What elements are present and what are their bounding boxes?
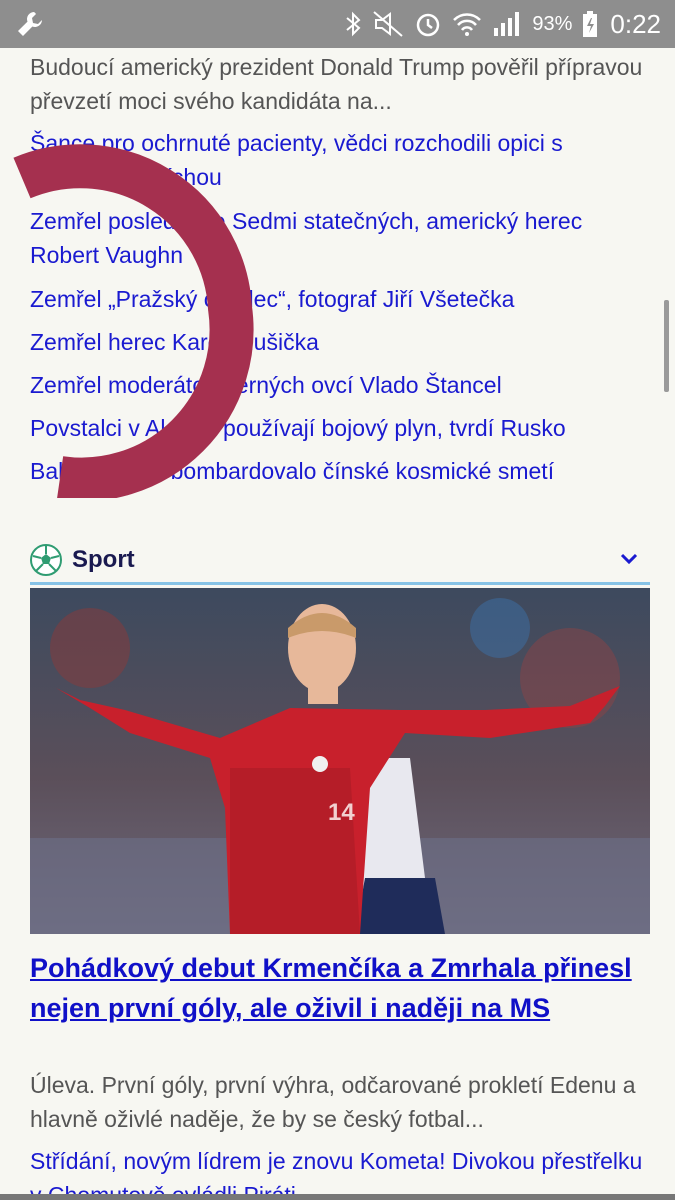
chevron-down-icon[interactable] xyxy=(618,548,640,570)
alarm-icon xyxy=(417,13,440,37)
wrench-icon xyxy=(14,8,46,40)
signal-icon xyxy=(494,12,520,36)
news-link[interactable]: Zemřel moderátor Černých ovcí Vlado Štan… xyxy=(30,368,650,402)
section-title: Sport xyxy=(72,546,135,573)
article-photo[interactable]: 14 xyxy=(30,588,650,934)
status-bar: 93% 0:22 xyxy=(0,0,675,48)
news-link[interactable]: Zemřel poslední ze Sedmi statečných, ame… xyxy=(30,204,650,272)
sport-section-header[interactable]: Sport xyxy=(30,538,650,585)
article-description: Budoucí americký prezident Donald Trump … xyxy=(30,54,643,114)
wifi-icon xyxy=(453,13,482,36)
jersey-number: 14 xyxy=(328,799,355,826)
news-link[interactable]: Zemřel „Pražský chodec“, fotograf Jiří V… xyxy=(30,282,650,316)
bottom-edge xyxy=(0,1194,675,1200)
news-link[interactable]: Šance pro ochrnuté pacienty, vědci rozch… xyxy=(30,126,650,194)
news-link-list: Šance pro ochrnuté pacienty, vědci rozch… xyxy=(30,126,650,497)
clock: 0:22 xyxy=(610,8,661,39)
news-link[interactable]: Povstalci v Aleppu používají bojový plyn… xyxy=(30,411,650,445)
news-link[interactable]: Baltské moře bombardovalo čínské kosmick… xyxy=(30,454,650,488)
news-feed: Budoucí americký prezident Donald Trump … xyxy=(0,48,675,1200)
soccer-ball-icon xyxy=(30,544,62,576)
article-headline[interactable]: Pohádkový debut Krmenčíka a Zmrhala přin… xyxy=(30,948,650,1028)
scrollbar[interactable] xyxy=(664,300,669,392)
mute-icon xyxy=(373,11,404,37)
article-perex: Úleva. První góly, první výhra, odčarova… xyxy=(30,1072,636,1132)
news-link[interactable]: Střídání, novým lídrem je znovu Kometa! … xyxy=(30,1144,650,1200)
battery-percent: 93% xyxy=(532,12,573,35)
news-link[interactable]: Zemřel herec Karel Hlušička xyxy=(30,325,650,359)
bluetooth-icon xyxy=(346,11,361,37)
battery-icon xyxy=(583,11,598,37)
